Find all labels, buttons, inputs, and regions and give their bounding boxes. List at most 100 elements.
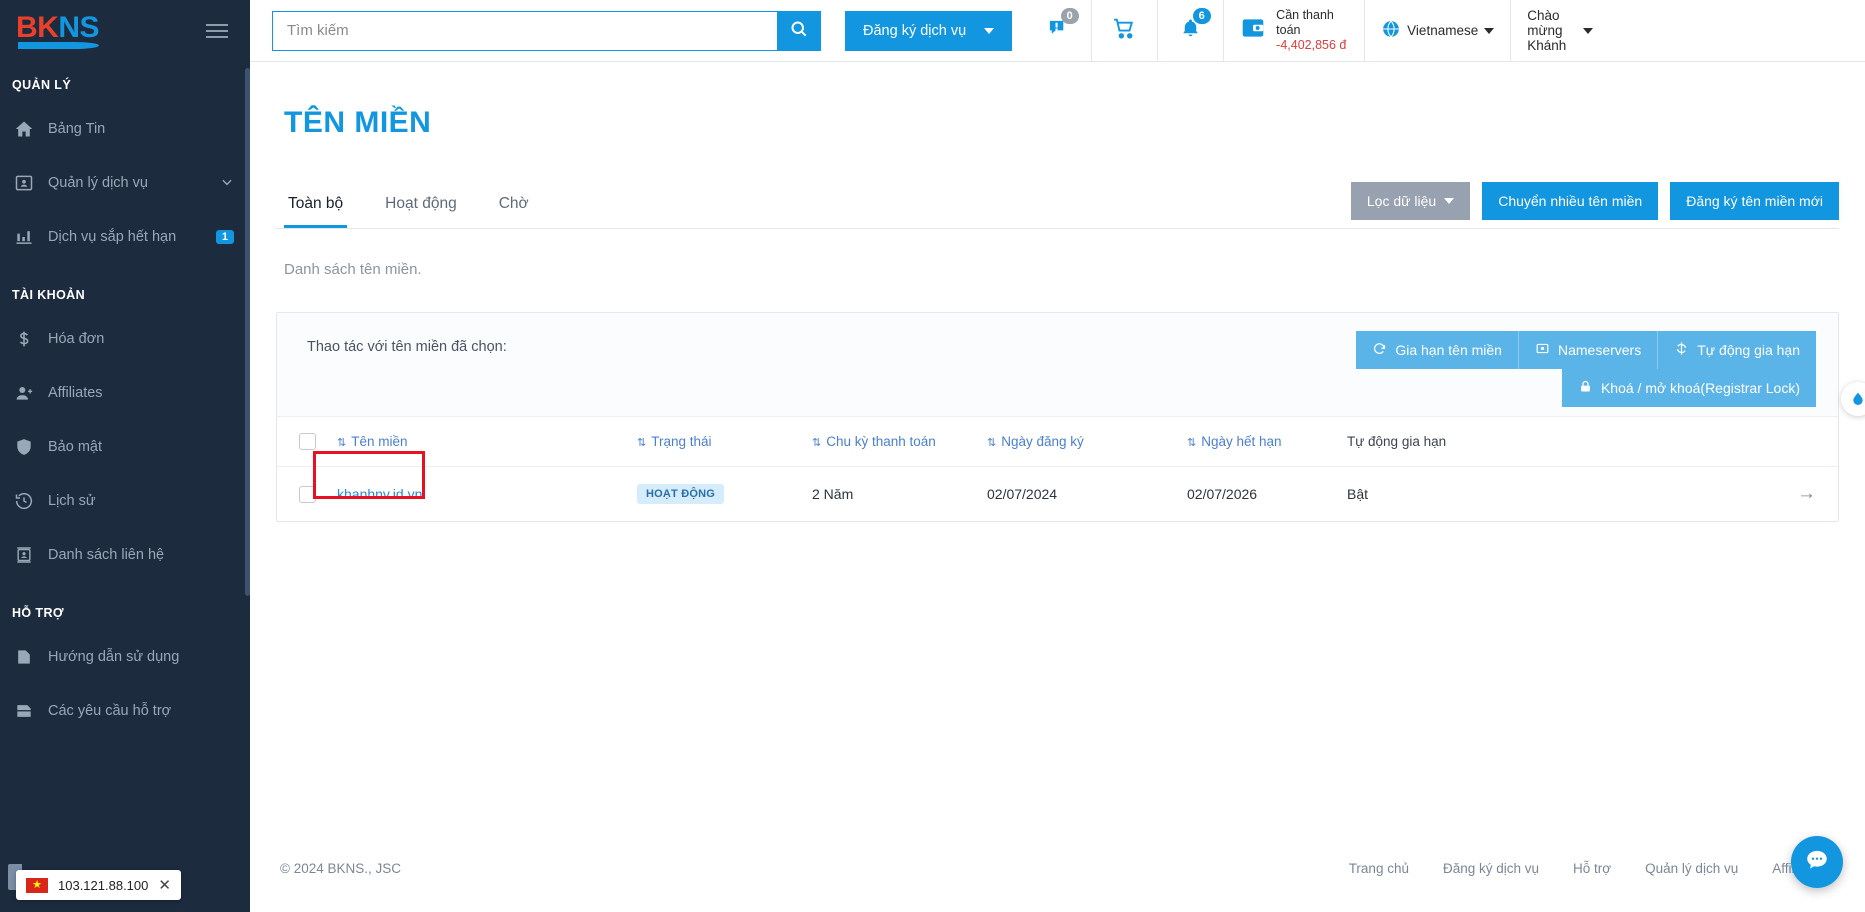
language-selector[interactable]: Vietnamese [1365,0,1512,62]
footer-link-dang-ky-dich-vu[interactable]: Đăng ký dịch vụ [1443,861,1539,876]
tab-hoat-dong[interactable]: Hoạt động [381,195,461,228]
tabs-row: Toàn bộ Hoạt động Chờ Lọc dữ liệu Chuyển… [276,182,1839,229]
notifications-button[interactable]: 6 [1158,0,1225,62]
payment-due-label: Cần thanh toán [1276,8,1334,37]
column-header-status[interactable]: ⇅ Trạng thái [629,417,804,467]
user-greeting: Chào mừng [1527,8,1563,38]
sidebar-section-title-account: TÀI KHOẢN [12,288,86,302]
search-button[interactable] [777,10,821,51]
table-row[interactable]: khanhnv.id.vn HOẠT ĐỘNG 2 Năm 02/07/2024… [277,451,1838,521]
user-name: Khánh [1527,38,1567,53]
wallet-icon [1240,15,1266,46]
register-service-label: Đăng ký dịch vụ [863,22,967,39]
chevron-down-icon [1444,198,1455,204]
footer-link-quan-ly-dich-vu[interactable]: Quản lý dịch vụ [1645,861,1738,876]
select-all-checkbox[interactable] [299,433,316,450]
column-header-autorenew: Tự động gia hạn [1347,434,1447,449]
sort-icon: ⇅ [987,437,997,449]
cell-autorenew: Bật [1339,466,1778,521]
ip-address-badge[interactable]: ★ 103.121.88.100 ✕ [16,870,181,900]
sidebar-item-bao-mat[interactable]: Bảo mật [0,420,250,474]
filter-data-label: Lọc dữ liệu [1366,193,1437,209]
shopping-cart-icon [1112,16,1137,46]
domains-card: Thao tác với tên miền đã chọn: Gia hạn t… [276,312,1839,522]
sidebar-section-title-management: QUẢN LÝ [12,78,72,92]
sidebar-item-quan-ly-dich-vu[interactable]: Quản lý dịch vụ [0,156,250,210]
tab-cho[interactable]: Chờ [495,195,533,228]
sidebar-item-hoa-don[interactable]: Hóa đơn [0,312,250,366]
sidebar-header: BKNS [0,0,250,62]
sidebar-badge-expiring: 1 [215,230,234,244]
server-icon [1535,341,1550,359]
footer: © 2024 BKNS., JSC Trang chủ Đăng ký dịch… [250,824,1865,912]
domain-link[interactable]: khanhnv.id.vn [337,486,422,502]
sidebar-item-label: Hóa đơn [48,331,105,347]
language-value: Vietnamese [1407,23,1479,38]
notification-count-badge: 6 [1192,7,1211,24]
sidebar-item-lich-su[interactable]: Lịch sử [0,474,250,528]
filter-data-button[interactable]: Lọc dữ liệu [1350,182,1471,220]
search-box [272,10,821,51]
bulk-action-buttons: Gia hạn tên miền Nameservers Tự động gia… [1356,331,1816,407]
footer-link-trang-chu[interactable]: Trang chủ [1349,861,1409,876]
register-new-domain-button[interactable]: Đăng ký tên miền mới [1670,182,1839,220]
sort-icon: ⇅ [1187,437,1197,449]
shield-icon [14,437,48,457]
search-input[interactable] [272,10,777,51]
footer-link-ho-tro[interactable]: Hỗ trợ [1573,861,1611,876]
sidebar-section-title-support: HỖ TRỢ [12,606,64,620]
sidebar: BKNS QUẢN LÝ Bảng Tin Quản lý dịch vụ Dị… [0,0,250,912]
column-header-expiry-date[interactable]: ⇅ Ngày hết hạn [1179,417,1339,467]
transfer-many-domains-button[interactable]: Chuyển nhiều tên miền [1482,182,1659,220]
vietnam-flag-icon: ★ [26,877,48,893]
tab-toan-bo[interactable]: Toàn bộ [284,195,348,228]
footer-links: Trang chủ Đăng ký dịch vụ Hỗ trợ Quản lý… [1349,861,1823,876]
hamburger-icon[interactable] [202,20,232,42]
refresh-icon [1372,341,1387,359]
column-header-domain[interactable]: ⇅ Tên miền [329,417,629,467]
top-bar: Đăng ký dịch vụ 0 6 Cần thanh [250,0,1865,62]
sidebar-item-huong-dan-su-dung[interactable]: Hướng dẫn sử dụng [0,630,250,684]
column-label: Tên miền [351,434,408,449]
cell-registered-date: 02/07/2024 [979,466,1179,521]
dollar-icon [14,329,48,349]
sidebar-item-label: Bảng Tin [48,121,106,137]
column-header-registered-date[interactable]: ⇅ Ngày đăng ký [979,417,1179,467]
nameservers-button[interactable]: Nameservers [1518,331,1659,369]
sidebar-item-danh-sach-lien-he[interactable]: Danh sách liên hệ [0,528,250,582]
cell-domain: khanhnv.id.vn [313,451,629,521]
chevron-down-icon [1484,27,1495,34]
status-badge: HOẠT ĐỘNG [637,484,725,504]
payment-due-widget[interactable]: Cần thanh toán -4,402,856 đ [1224,0,1366,62]
register-service-button[interactable]: Đăng ký dịch vụ [845,10,1013,51]
sidebar-item-label: Affiliates [48,385,103,401]
column-header-billing-cycle[interactable]: ⇅ Chu kỳ thanh toán [804,417,979,467]
sort-icon: ⇅ [337,437,347,449]
page-title: TÊN MIỀN [284,106,432,139]
user-plus-icon [14,383,48,404]
logo-text-ns: NS [58,11,100,44]
bar-chart-icon [14,227,48,247]
close-icon[interactable]: ✕ [158,876,171,894]
row-checkbox[interactable] [299,485,316,503]
sidebar-item-cac-yeu-cau-ho-tro[interactable]: Các yêu cầu hỗ trợ [0,684,250,738]
chevron-down-icon[interactable] [220,175,234,192]
chat-alert-button[interactable]: 0 [1026,0,1093,62]
chat-fab-button[interactable] [1791,836,1843,888]
shopping-cart-button[interactable] [1092,0,1159,62]
id-card-icon [14,173,48,193]
row-detail-arrow[interactable]: → [1778,466,1838,521]
bkns-logo[interactable]: BKNS [16,11,100,49]
autorenew-label: Tự động gia hạn [1697,342,1800,358]
user-menu[interactable]: Chào mừng Khánh [1511,0,1603,62]
autorenew-button[interactable]: Tự động gia hạn [1658,331,1816,369]
registrar-lock-label: Khoá / mở khoá(Registrar Lock) [1600,380,1800,396]
sidebar-item-affiliates[interactable]: Affiliates [0,366,250,420]
column-label: Trạng thái [651,434,712,449]
sidebar-item-bang-tin[interactable]: Bảng Tin [0,102,250,156]
sidebar-item-dich-vu-sap-het-han[interactable]: Dịch vụ sắp hết hạn 1 [0,210,250,264]
renew-domain-button[interactable]: Gia hạn tên miền [1356,331,1519,369]
search-icon [789,19,809,42]
registrar-lock-button[interactable]: Khoá / mở khoá(Registrar Lock) [1561,369,1816,407]
sidebar-item-label: Danh sách liên hệ [48,547,165,563]
